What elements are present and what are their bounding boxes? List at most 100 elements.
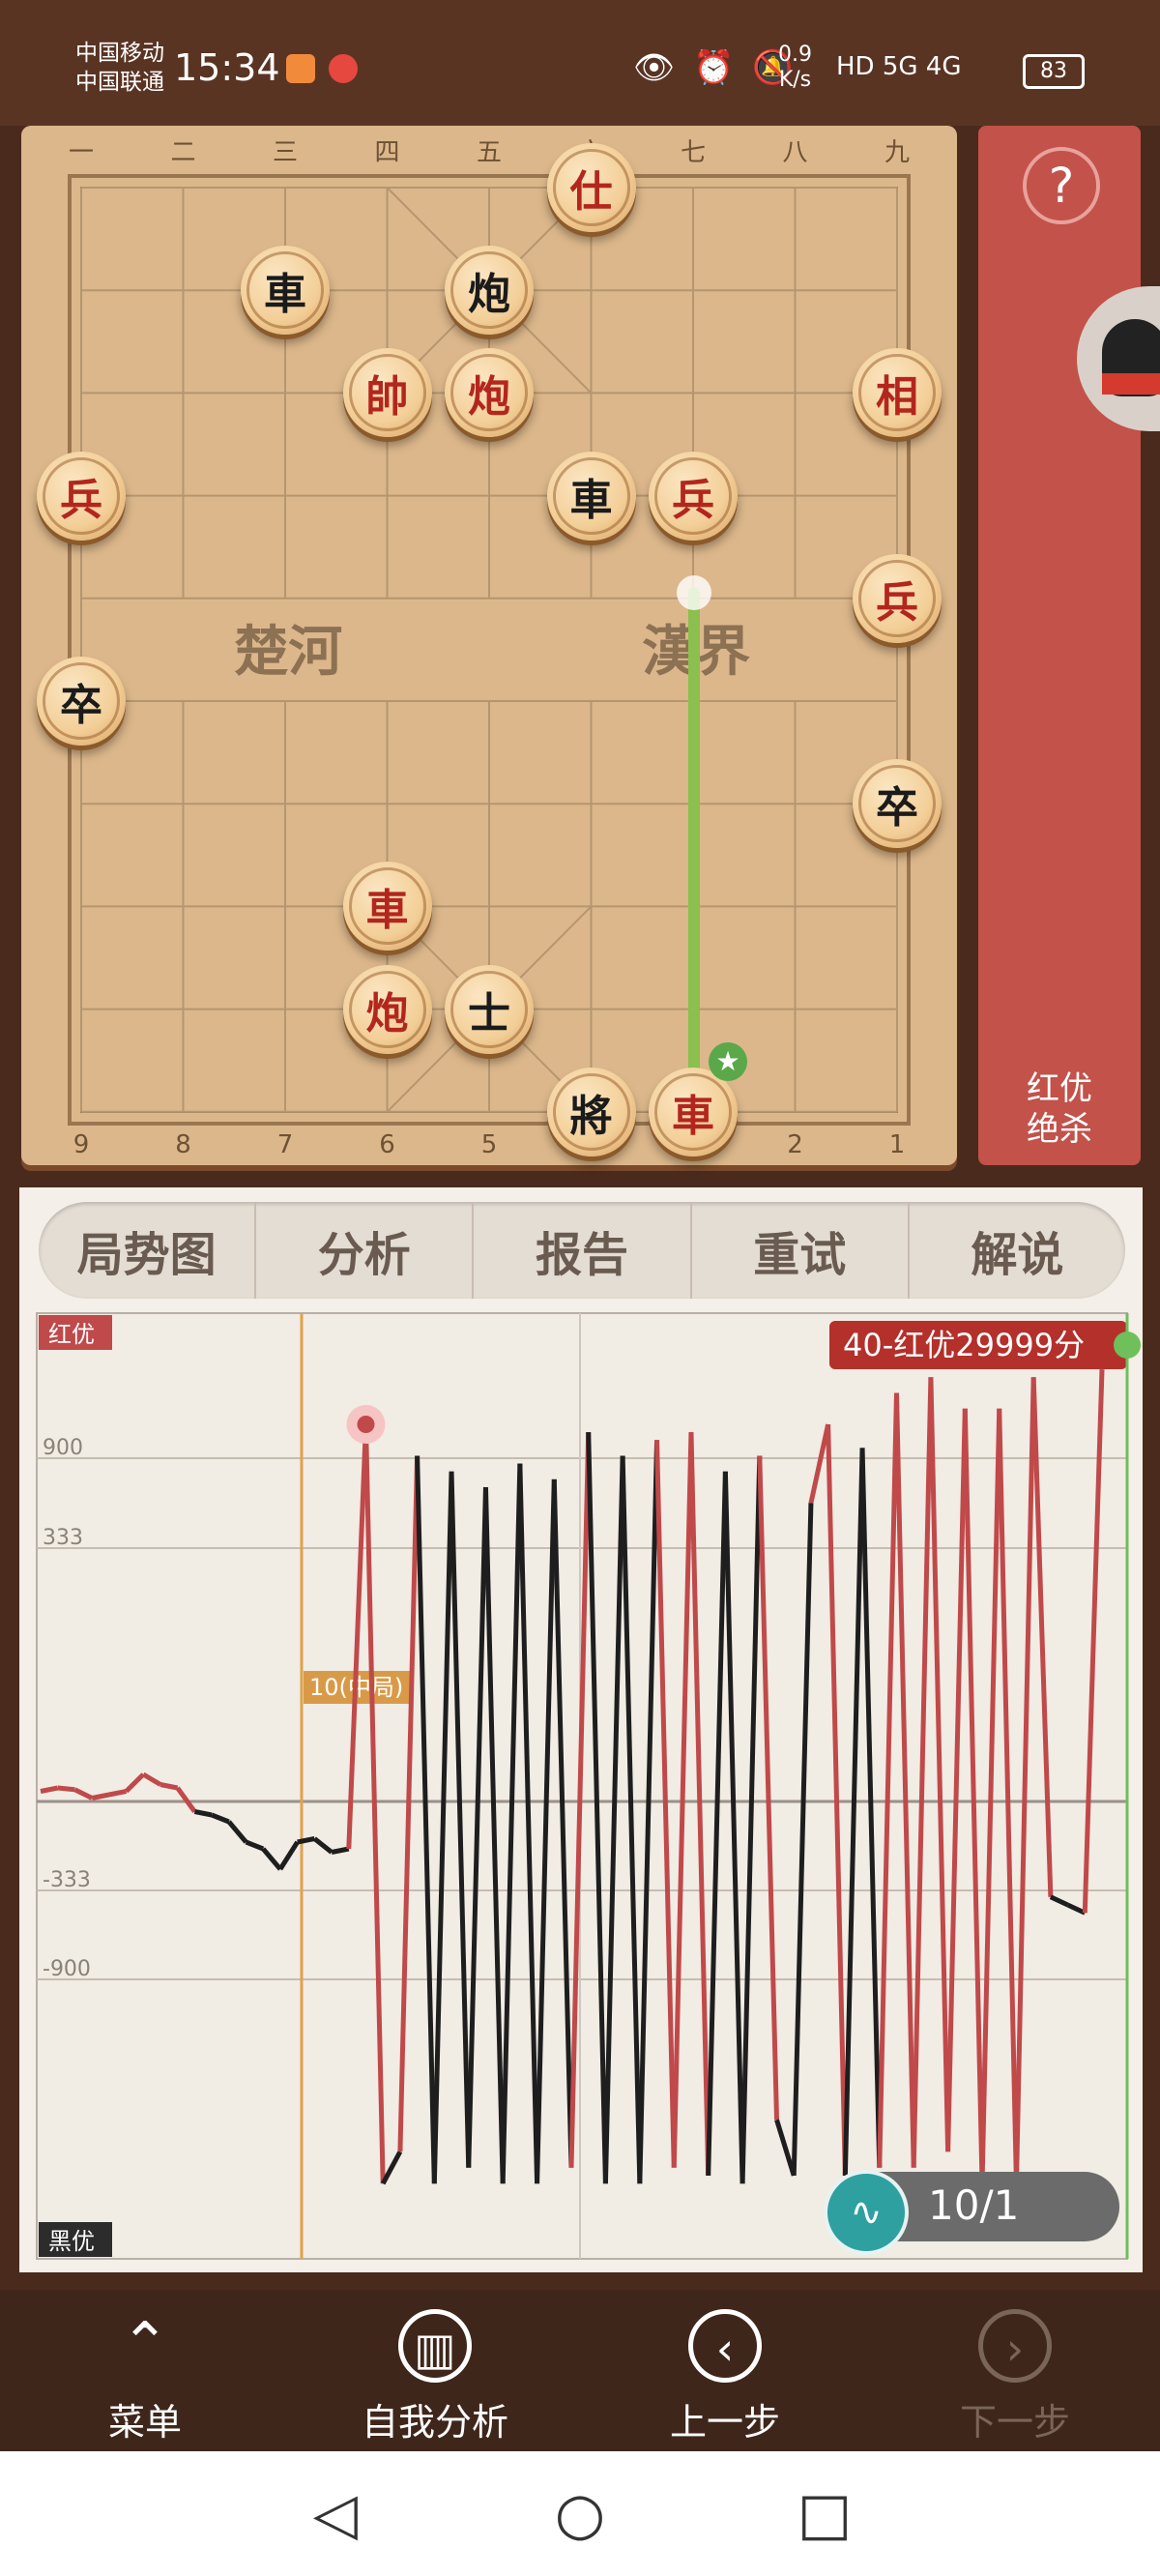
- piece-label: 兵: [858, 559, 936, 637]
- chevron-right-icon: ›: [978, 2309, 1052, 2383]
- back-triangle-icon[interactable]: ◁: [302, 2480, 369, 2548]
- file-label-bottom: 7: [277, 1130, 294, 1159]
- battery-icon: 83: [1023, 54, 1085, 89]
- penguin-scarf: [1102, 373, 1160, 395]
- status-bar: 中国移动 中国联通 15:34 👁 ⏰ 🔕 0.9 K/s HD 5G 4G 8…: [0, 0, 1160, 126]
- piece-black[interactable]: 炮: [445, 246, 534, 336]
- self-analysis-button[interactable]: ▥ 自我分析: [290, 2309, 580, 2445]
- file-label-bottom: 2: [787, 1130, 803, 1159]
- chart-highlight-point: [357, 1416, 375, 1433]
- clock: 15:34: [174, 46, 280, 89]
- chart-bottom-label: 黑优: [48, 2228, 95, 2255]
- piece-red[interactable]: 兵: [649, 451, 738, 541]
- app-notification-icon: [286, 54, 315, 83]
- tab-retry[interactable]: 重试: [692, 1202, 910, 1299]
- evaluation-line-1: 红优: [1027, 1069, 1092, 1108]
- evaluation-chart[interactable]: 900333-333-90010(中局)红优黑优40-红优29999分: [19, 1187, 1143, 2272]
- file-label-top: 一: [69, 138, 94, 167]
- status-icons: 👁 ⏰ 🔕: [633, 48, 798, 87]
- next-step-button[interactable]: › 下一步: [870, 2309, 1160, 2445]
- piece-red[interactable]: 炮: [342, 964, 432, 1054]
- file-label-bottom: 1: [889, 1130, 906, 1159]
- piece-label: 卒: [858, 765, 936, 843]
- speed-value: 0.9: [778, 43, 812, 67]
- piece-black[interactable]: 卒: [37, 657, 126, 746]
- piece-red[interactable]: 兵: [853, 553, 942, 643]
- piece-black[interactable]: 將: [546, 1067, 636, 1156]
- chart-y-tick-label: -333: [43, 1868, 91, 1892]
- network-speed: 0.9 K/s: [778, 43, 812, 93]
- piece-label: 炮: [450, 354, 528, 432]
- signal-icon: HD 5G 4G: [836, 52, 962, 81]
- file-label-bottom: 5: [481, 1130, 498, 1159]
- file-label-top: 七: [681, 138, 706, 167]
- piece-red[interactable]: 炮: [445, 348, 534, 438]
- file-label-top: 八: [782, 138, 807, 167]
- piece-label: 炮: [450, 251, 528, 330]
- evaluation-chart-panel: 900333-333-90010(中局)红优黑优40-红优29999分: [19, 1187, 1143, 2272]
- menu-icon: ⌃: [120, 2310, 170, 2378]
- piece-label: 兵: [654, 456, 732, 535]
- bottom-nav: ⌃ 菜单 ▥ 自我分析 ‹ 上一步 › 下一步: [0, 2290, 1160, 2451]
- file-label-top: 五: [477, 138, 502, 167]
- piece-label: 將: [552, 1072, 630, 1151]
- chart-series-segment: [331, 1846, 350, 1855]
- piece-label: 帥: [348, 354, 426, 432]
- side-panel: ? 红优 绝杀: [978, 126, 1141, 1165]
- tab-commentary[interactable]: 解说: [910, 1202, 1125, 1299]
- xiangqi-board[interactable]: 楚河 漢界 一二三四五六七八九 987654321 仕車炮帥炮相兵車兵兵卒卒車炮…: [21, 126, 957, 1165]
- piece-black[interactable]: 士: [445, 964, 534, 1054]
- piece-label: 車: [552, 456, 630, 535]
- file-label-bottom: 9: [73, 1130, 90, 1159]
- chart-series-segment: [297, 1836, 315, 1845]
- piece-label: 炮: [348, 970, 426, 1048]
- piece-label: 車: [246, 251, 324, 330]
- chart-y-tick-label: 333: [43, 1526, 83, 1550]
- piece-label: 車: [348, 867, 426, 946]
- piece-red[interactable]: 兵: [37, 451, 126, 541]
- piece-red[interactable]: 帥: [342, 348, 432, 438]
- prev-step-button[interactable]: ‹ 上一步: [580, 2309, 870, 2445]
- menu-label: 菜单: [107, 2401, 182, 2444]
- tab-analysis[interactable]: 分析: [256, 1202, 475, 1299]
- piece-red[interactable]: 車: [342, 862, 432, 951]
- chevron-left-icon: ‹: [688, 2309, 762, 2383]
- chart-series-segment: [40, 1785, 59, 1794]
- evaluation-status: 红优 绝杀: [978, 1068, 1141, 1150]
- self-analysis-label: 自我分析: [361, 2401, 508, 2444]
- tab-trend-chart[interactable]: 局势图: [39, 1202, 257, 1299]
- analysis-tabs: 局势图 分析 报告 重试 解说: [39, 1202, 1125, 1299]
- file-label-top: 九: [884, 138, 910, 167]
- piece-label: 士: [450, 970, 528, 1048]
- chart-series-segment: [160, 1782, 179, 1791]
- move-origin-marker: [677, 575, 711, 610]
- help-button[interactable]: ?: [1023, 147, 1100, 224]
- chart-series-segment: [91, 1792, 110, 1800]
- chart-y-tick-label: -900: [43, 1957, 91, 1981]
- menu-button[interactable]: ⌃ 菜单: [0, 2309, 290, 2445]
- home-circle-icon[interactable]: ○: [546, 2480, 614, 2548]
- piece-black[interactable]: 車: [546, 451, 636, 541]
- river-label-left: 楚河: [234, 620, 342, 684]
- tab-report[interactable]: 报告: [474, 1202, 692, 1299]
- piece-black[interactable]: 卒: [853, 759, 942, 849]
- file-label-top: 三: [273, 138, 298, 167]
- next-step-label: 下一步: [959, 2401, 1070, 2444]
- chart-end-label: 40-红优29999分: [843, 1327, 1085, 1363]
- search-app-icon: [329, 54, 358, 83]
- file-label-top: 二: [170, 138, 195, 167]
- piece-label: 相: [858, 354, 936, 432]
- speed-unit: K/s: [778, 68, 812, 92]
- analysis-chart-icon: ▥: [398, 2309, 472, 2383]
- carrier-2: 中国联通: [75, 70, 164, 95]
- piece-red[interactable]: 相: [853, 348, 942, 438]
- file-label-top: 四: [374, 138, 399, 167]
- carrier-labels: 中国移动 中国联通: [75, 39, 164, 97]
- waveform-icon[interactable]: ∿: [824, 2170, 909, 2255]
- replay-counter: 10/1: [928, 2181, 1020, 2229]
- piece-label: 車: [654, 1072, 732, 1151]
- recents-square-icon[interactable]: □: [791, 2480, 858, 2548]
- piece-red[interactable]: 仕: [546, 143, 636, 232]
- chart-series-segment: [108, 1789, 128, 1798]
- piece-black[interactable]: 車: [241, 246, 330, 336]
